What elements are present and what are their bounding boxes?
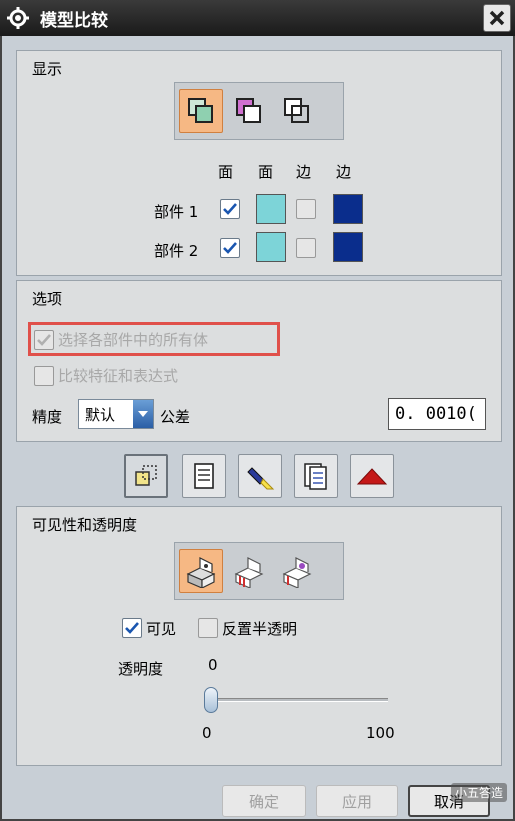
transparency-slider-track[interactable]: [206, 698, 388, 702]
col-header-face-1: 面: [218, 163, 234, 181]
visibility-section-label[interactable]: 可见性和透明度: [32, 514, 137, 535]
dialog-body: 显示 面 面 边 边 部件 1 部件 2 选项 选择各部件中的所有体 比较特征和…: [0, 36, 515, 821]
part-1-label: 部件 1: [154, 203, 199, 221]
part-2-edge-checkbox[interactable]: [296, 238, 316, 258]
overlap-active-icon[interactable]: [179, 89, 223, 133]
title-bar: 模型比较: [0, 0, 515, 36]
ok-button[interactable]: 确定: [222, 785, 306, 817]
visible-checkbox[interactable]: [122, 618, 142, 638]
part-view-red-icon[interactable]: [227, 549, 271, 593]
precision-dropdown[interactable]: 默认: [78, 399, 154, 429]
slider-max-label: 100: [366, 724, 395, 742]
visibility-mode-bar: [174, 542, 344, 600]
part-2-label: 部件 2: [154, 242, 199, 260]
apply-button[interactable]: 应用: [316, 785, 398, 817]
col-header-face-2: 面: [258, 163, 274, 181]
part-2-face-color[interactable]: [256, 232, 286, 262]
overlap-outline-icon[interactable]: [275, 89, 319, 133]
overlap-magenta-icon[interactable]: [227, 89, 271, 133]
col-header-edge-2: 边: [336, 163, 352, 181]
options-section-label[interactable]: 选项: [32, 288, 62, 309]
transparency-slider-thumb[interactable]: [204, 687, 218, 713]
slider-min-label: 0: [202, 724, 212, 742]
part-1-edge-checkbox[interactable]: [296, 199, 316, 219]
compare-features-label: 比较特征和表达式: [58, 367, 179, 385]
collapse-arrow-icon[interactable]: [350, 454, 394, 498]
visible-label: 可见: [146, 620, 177, 638]
reverse-translucent-label: 反置半透明: [222, 620, 298, 638]
reverse-translucent-checkbox[interactable]: [198, 618, 218, 638]
display-section-label[interactable]: 显示: [32, 58, 62, 79]
transparency-label: 透明度: [118, 660, 164, 678]
tolerance-label: 公差: [160, 408, 191, 426]
window-title: 模型比较: [40, 10, 108, 31]
precision-value: 默认: [85, 405, 116, 424]
part-1-edge-color[interactable]: [333, 194, 363, 224]
compare-features-checkbox: [34, 366, 54, 386]
report-icon[interactable]: [294, 454, 338, 498]
part-1-face-checkbox[interactable]: [220, 199, 240, 219]
part-2-edge-color[interactable]: [333, 232, 363, 262]
part-view-active-icon[interactable]: [179, 549, 223, 593]
close-icon[interactable]: [483, 4, 511, 32]
gear-icon[interactable]: [4, 4, 32, 32]
display-mode-bar: [174, 82, 344, 140]
compare-icon[interactable]: [124, 454, 168, 498]
highlight-annotation: [28, 322, 280, 356]
precision-label: 精度: [32, 408, 63, 426]
chevron-down-icon[interactable]: [133, 400, 153, 428]
part-1-face-color[interactable]: [256, 194, 286, 224]
transparency-value: 0: [208, 656, 218, 674]
part-view-purple-icon[interactable]: [275, 549, 319, 593]
tolerance-input[interactable]: 0. 0010(: [388, 398, 486, 430]
col-header-edge-1: 边: [296, 163, 312, 181]
watermark: 小五答造: [450, 783, 507, 802]
part-2-face-checkbox[interactable]: [220, 238, 240, 258]
list-icon[interactable]: [182, 454, 226, 498]
flashlight-icon[interactable]: [238, 454, 282, 498]
